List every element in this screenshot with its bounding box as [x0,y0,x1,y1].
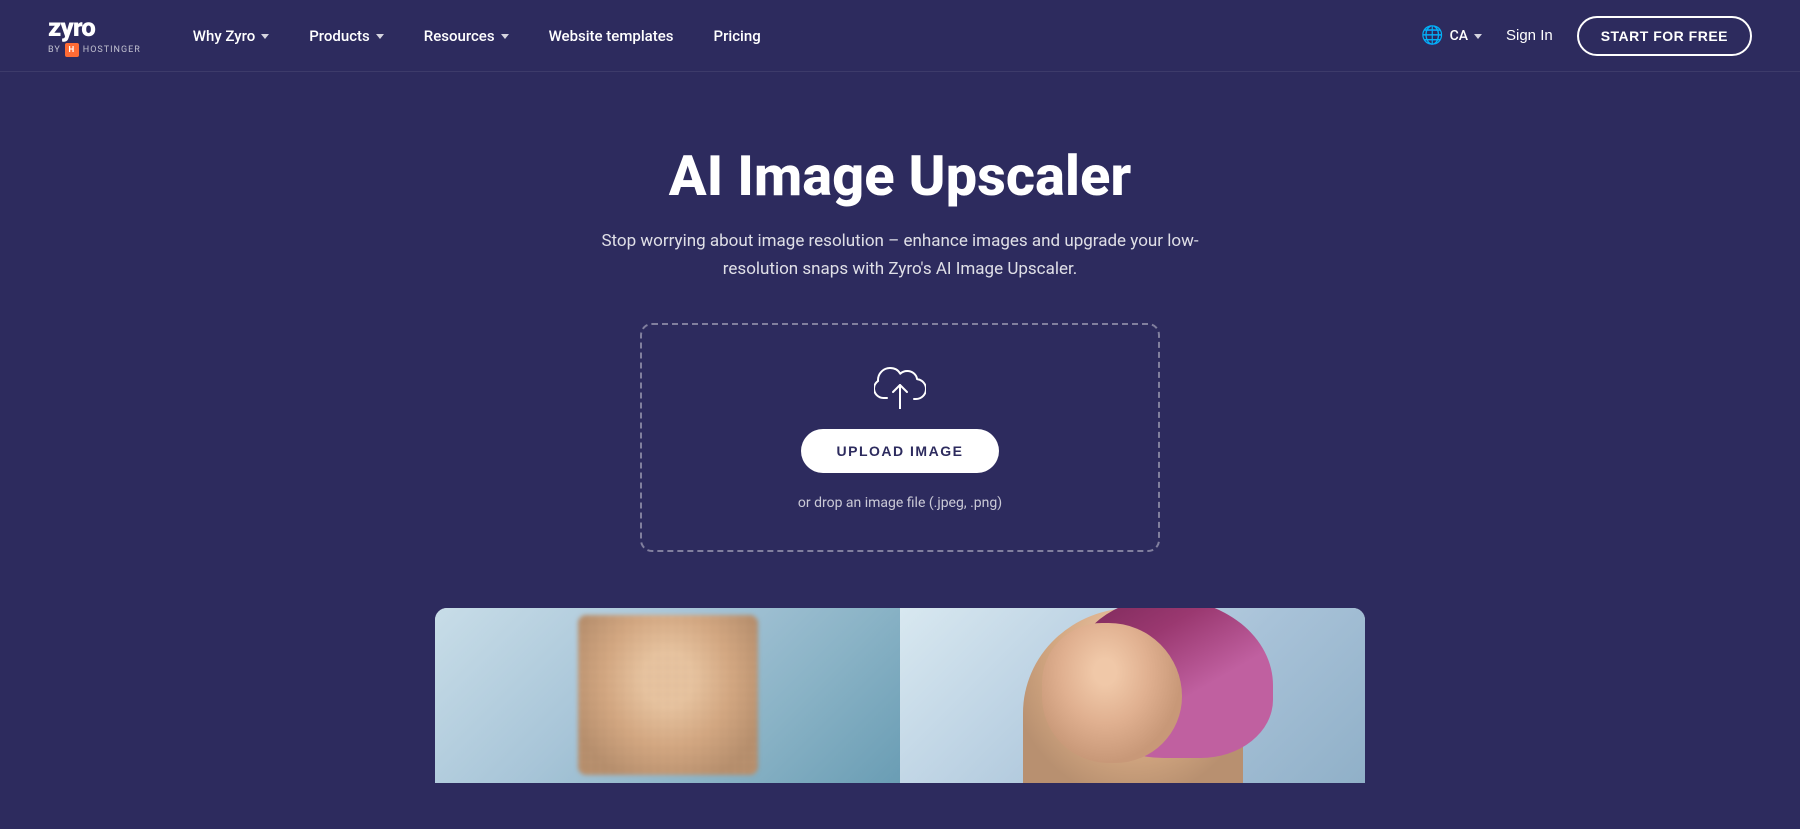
nav-label-why-zyro: Why Zyro [193,27,255,45]
preview-section [0,608,1800,783]
hero-section: AI Image Upscaler Stop worrying about im… [0,72,1800,783]
sign-in-button[interactable]: Sign In [1506,27,1553,44]
upload-hint: or drop an image file (.jpeg, .png) [798,493,1002,514]
nav-item-pricing[interactable]: Pricing [710,19,765,53]
nav-label-resources: Resources [424,27,495,45]
locale-selector[interactable]: 🌐 CA [1421,25,1482,46]
upload-dropzone[interactable]: UPLOAD IMAGE or drop an image file (.jpe… [640,323,1160,552]
nav-item-resources[interactable]: Resources [420,19,513,53]
nav-item-why-zyro[interactable]: Why Zyro [189,19,273,53]
navbar: zyro BY H HOSTINGER Why Zyro Products Re… [0,0,1800,72]
chevron-down-icon [376,34,384,39]
nav-label-products: Products [309,27,370,45]
pixelated-face [578,615,758,775]
upload-image-button[interactable]: UPLOAD IMAGE [801,429,1000,473]
after-image [900,608,1365,783]
nav-right: 🌐 CA Sign In START FOR FREE [1421,16,1752,56]
image-preview-container [435,608,1365,783]
before-image [435,608,900,783]
nav-item-website-templates[interactable]: Website templates [545,19,678,53]
hostinger-icon: H [65,43,79,57]
logo[interactable]: zyro BY H HOSTINGER [48,15,141,57]
nav-left: zyro BY H HOSTINGER Why Zyro Products Re… [48,15,765,57]
logo-byline: BY H HOSTINGER [48,43,141,57]
chevron-down-icon [1474,34,1482,39]
start-free-button[interactable]: START FOR FREE [1577,16,1752,56]
chevron-down-icon [501,34,509,39]
cloud-upload-icon [874,365,926,409]
nav-label-website-templates: Website templates [549,27,674,45]
hero-subtitle: Stop worrying about image resolution – e… [590,228,1210,282]
chevron-down-icon [261,34,269,39]
hero-title: AI Image Upscaler [669,144,1132,208]
globe-icon: 🌐 [1421,25,1443,46]
nav-item-products[interactable]: Products [305,19,388,53]
locale-label: CA [1450,28,1468,44]
nav-label-pricing: Pricing [714,27,761,45]
logo-name: zyro [48,15,95,41]
